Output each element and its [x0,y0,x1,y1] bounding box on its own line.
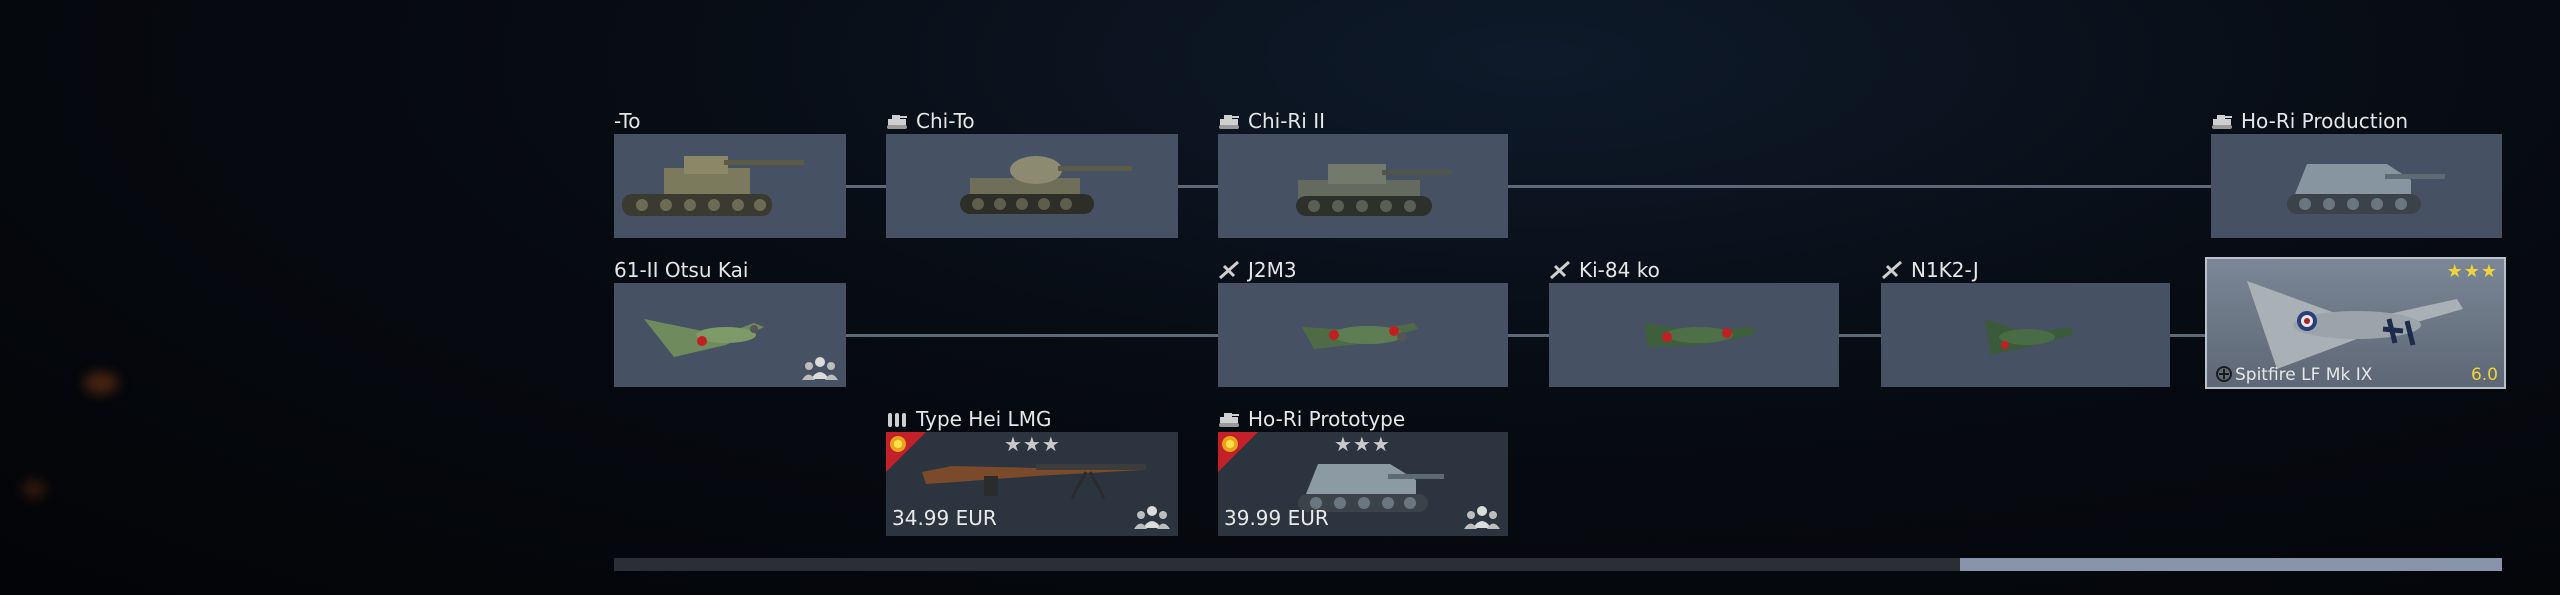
japan-sun-icon [1222,436,1238,452]
vehicle-title: J2M3 [1218,259,1297,281]
pack-card-type-hei-lmg[interactable]: ★★★ 34.99 EUR [886,432,1178,536]
pack-card-ho-ri-prototype[interactable]: ★★★ 39.99 EUR [1218,432,1508,536]
ammo-icon [888,413,906,427]
plane-image [1985,319,2073,355]
vehicle-title: Chi-To [886,110,975,132]
vehicle-name: Chi-To [916,109,975,133]
vehicle-name: -To [614,109,641,133]
crew-icon [1134,506,1170,529]
vehicle-name: N1K2-J [1911,258,1979,282]
tree-connector [1508,334,1549,337]
tank-icon [887,115,907,129]
horizontal-scrollbar[interactable] [614,558,2502,571]
premium-plane-icon [2216,366,2232,382]
tank-icon [1219,115,1239,129]
vehicle-card-to[interactable] [614,134,846,238]
vehicle-card-n1k2-j[interactable] [1881,283,2170,387]
plane-icon [1550,260,1570,280]
price-label: 39.99 EUR [1224,506,1329,530]
vehicle-card-chi-to[interactable] [886,134,1178,238]
rank-stars: ★★★ [1004,432,1061,456]
battle-rating: 6.0 [2470,365,2498,385]
crew-icon [802,357,838,380]
vehicle-name: Ho-Ri Prototype [1248,407,1406,431]
vehicle-card-j2m3[interactable] [1218,283,1508,387]
ember-glow [22,480,46,498]
plane-image [1302,323,1418,349]
price-label: 34.99 EUR [892,506,997,530]
tree-connector [846,185,886,188]
plane-icon [1219,260,1239,280]
tank-image [2287,164,2445,214]
rank-stars: ★★★ [1334,432,1391,456]
tank-image [1296,164,1452,216]
plane-image [1645,323,1755,347]
vehicle-title: Ho-Ri Prototype [1218,408,1405,430]
crew-icon [1464,506,1500,529]
plane-icon [1882,260,1902,280]
vehicle-title: 61-II Otsu Kai [614,259,748,281]
tank-image [622,156,804,216]
vehicle-title: Chi-Ri II [1218,110,1325,132]
tank-icon [2212,115,2232,129]
vehicle-title: N1K2-J [1881,259,1979,281]
tree-connector [1839,334,1881,337]
vehicle-card-ho-ri-production[interactable] [2211,134,2502,238]
vehicle-card-chi-ri-ii[interactable] [1218,134,1508,238]
premium-vehicle-name: Spitfire LF Mk IX [2235,365,2373,385]
vehicle-card-ki-84-ko[interactable] [1549,283,1839,387]
tree-connector [2170,334,2205,337]
vehicle-name: Chi-Ri II [1248,109,1326,133]
vehicle-name: Type Hei LMG [916,407,1052,431]
ember-glow [84,372,118,394]
japan-sun-icon [890,436,906,452]
tank-icon [1219,413,1239,427]
vehicle-card-otsu-kai[interactable] [614,283,846,387]
tree-connector [1508,185,2211,188]
tree-connector [1178,185,1218,188]
vehicle-title: Type Hei LMG [886,408,1051,430]
vehicle-card-spitfire-lf-mk-ix[interactable]: ★★★ Spitfire LF Mk IX 6.0 [2205,257,2506,389]
rank-stars: ★★★ [2446,261,2498,282]
vehicle-title: Ho-Ri Production [2211,110,2408,132]
vehicle-name: Ho-Ri Production [2241,109,2409,133]
vehicle-name: Ki-84 ko [1579,258,1660,282]
tree-connector [846,334,1218,337]
vehicle-title: -To [614,110,640,132]
scrollbar-thumb[interactable] [1960,558,2502,571]
vehicle-name: 61-II Otsu Kai [614,258,749,282]
vehicle-name: J2M3 [1248,258,1297,282]
tank-image [960,156,1132,214]
vehicle-title: Ki-84 ko [1549,259,1660,281]
